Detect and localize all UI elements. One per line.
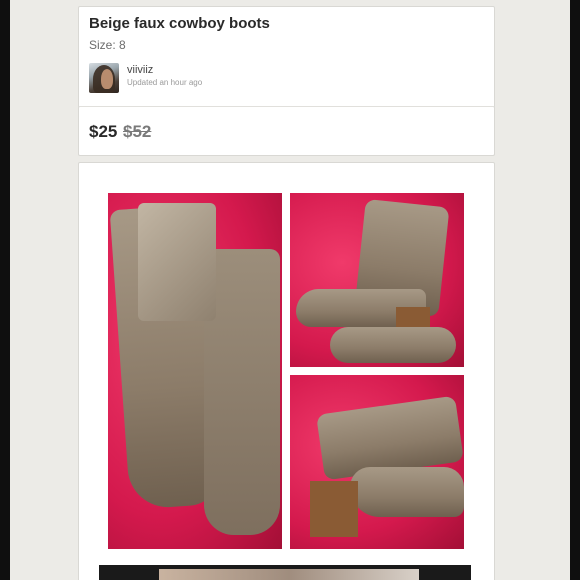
current-price: $25 [89,122,118,141]
updated-timestamp: Updated an hour ago [127,78,203,87]
seller-avatar[interactable] [89,63,119,93]
boot-second [330,327,456,363]
boot-cuff [138,203,216,321]
price-card: $25 $52 [78,106,495,156]
listing-photo-side[interactable] [290,193,464,367]
seller-username[interactable]: viiviiz [127,64,153,76]
listing-size: Size: 8 [89,38,126,52]
listing-screen: Beige faux cowboy boots Size: 8 viiviiz … [10,0,570,580]
photo-strip [159,569,419,580]
listing-header-card: Beige faux cowboy boots Size: 8 viiviiz … [78,6,495,108]
boot-heel-2 [310,481,358,537]
listing-photo-next[interactable] [99,565,471,580]
boot-foot-2 [350,467,464,517]
listing-title: Beige faux cowboy boots [89,15,270,32]
listing-photo-main[interactable] [108,193,282,549]
original-price: $52 [123,122,152,141]
listing-photo-heel[interactable] [290,375,464,549]
photo-card [78,162,495,580]
avatar-face [101,69,113,89]
